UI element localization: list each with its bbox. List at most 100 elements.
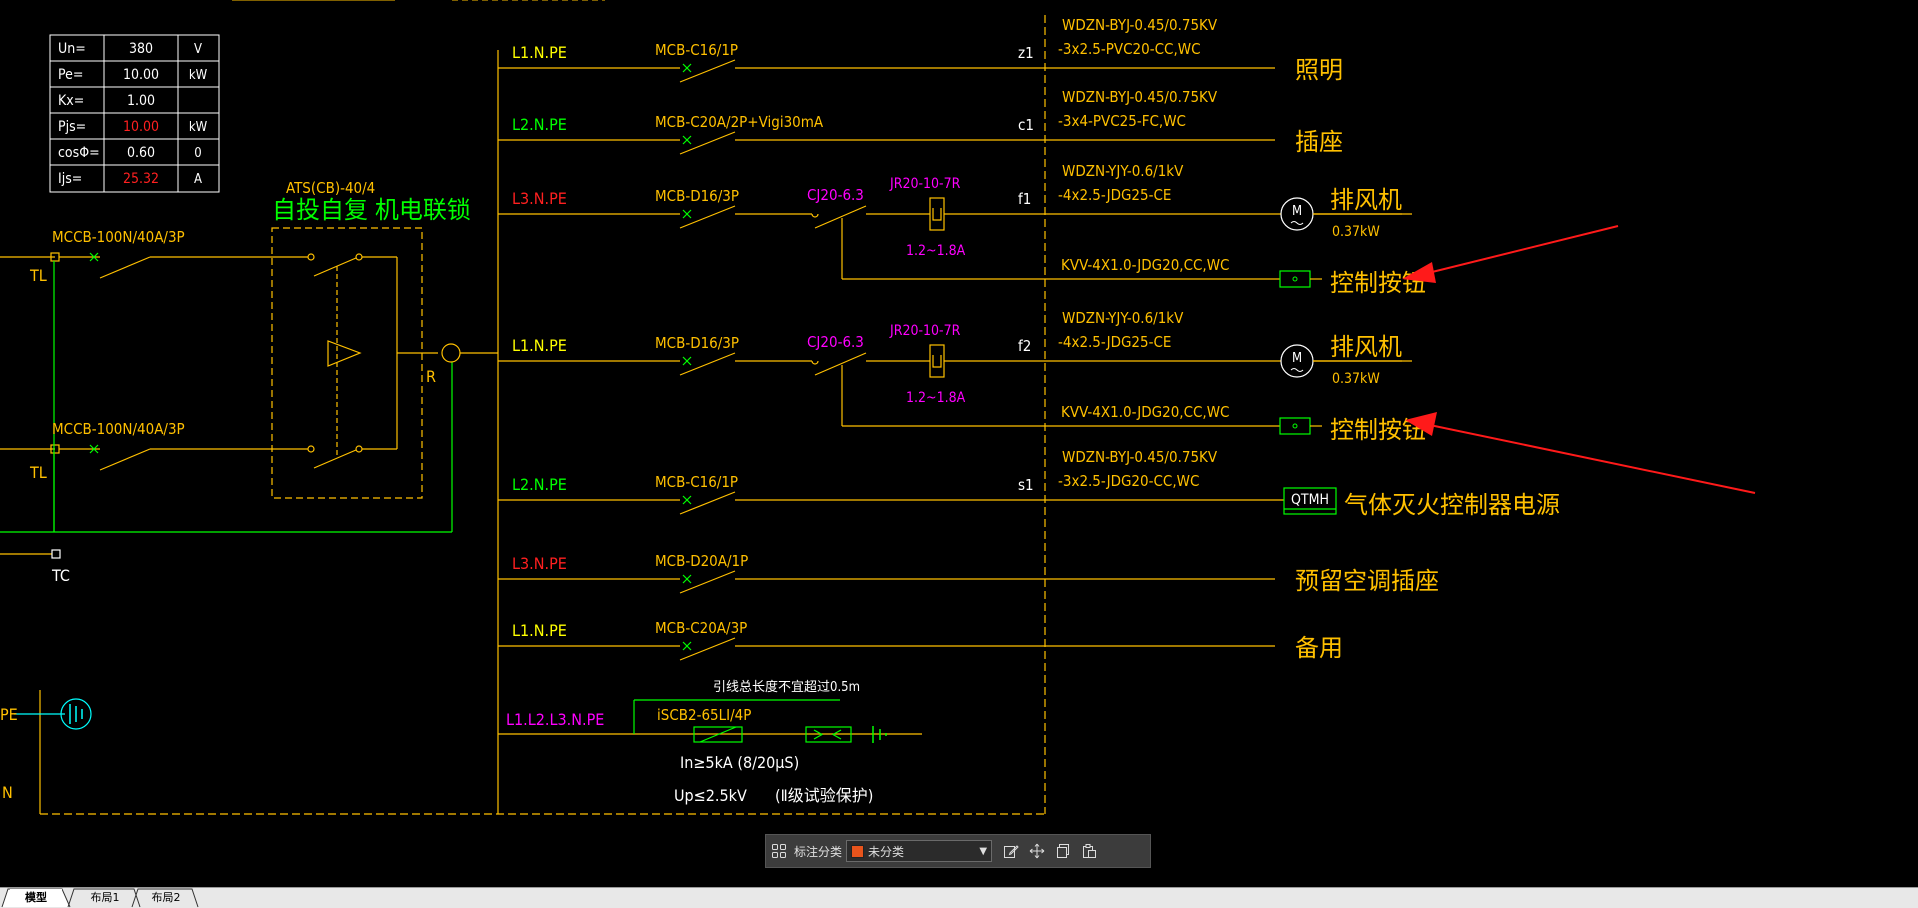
control-button-box (1279, 417, 1311, 435)
contactor-label: CJ20-6.3 (807, 186, 864, 204)
motor-letter: M (1292, 351, 1302, 366)
cable-spec-1: WDZN-BYJ-0.45/0.75KV (1062, 16, 1218, 34)
circuit-number: c1 (1018, 116, 1034, 134)
ats-desc-label: 自投自复 机电联锁 (272, 196, 471, 224)
qtmh-label: QTMH (1291, 492, 1329, 508)
spd-in: In≥5kA (8/20μS) (680, 753, 799, 772)
param-label: Pjs= (58, 119, 86, 135)
incoming-section (0, 252, 272, 559)
param-value: 10.00 (123, 119, 159, 135)
load-power-label: 0.37kW (1332, 224, 1380, 240)
breaker-label: MCB-D16/3P (655, 187, 739, 205)
load-label: 排风机 (1330, 186, 1402, 214)
contactor-label: CJ20-6.3 (807, 333, 864, 351)
relay-range-label: 1.2~1.8A (906, 390, 966, 406)
cable-spec-1: WDZN-YJY-0.6/1kV (1062, 162, 1184, 180)
layout-tab-bar: 模型 布局1 布局2 (0, 887, 1918, 908)
pe-label: PE (0, 705, 18, 724)
breaker-contact (679, 637, 736, 661)
circuit-number: z1 (1018, 44, 1034, 62)
param-unit: 0 (194, 146, 201, 161)
control-load-label: 控制按钮 (1330, 269, 1426, 297)
control-button-box (1279, 270, 1311, 288)
breaker-label: MCB-C16/1P (655, 473, 738, 491)
spd-up: Up≤2.5kV (674, 786, 747, 805)
tab-model[interactable]: 模型 (10, 889, 62, 906)
spd-level: (Ⅱ级试验保护) (775, 786, 873, 805)
grid-icon[interactable] (766, 838, 792, 864)
button-dot (1292, 276, 1298, 282)
breaker-contact (679, 205, 736, 229)
load-label: 备用 (1295, 634, 1343, 662)
param-value: 10.00 (123, 67, 159, 83)
relay-label: JR20-10-7R (889, 176, 961, 192)
spd-section: 引线总长度不宜超过0.5m L1.L2.L3.N.PE iSCB2-65LI/4… (498, 679, 922, 805)
breaker-contact (679, 570, 736, 594)
thermal-relay (929, 197, 945, 231)
tl-label-1: TL (29, 266, 47, 285)
cable-spec-1: WDZN-YJY-0.6/1kV (1062, 309, 1184, 327)
phase-label: L1.N.PE (512, 43, 567, 62)
bus-node-circle (441, 343, 461, 363)
category-color-swatch (851, 844, 865, 858)
param-unit: A (194, 172, 202, 187)
circuit-number: f1 (1018, 190, 1031, 208)
category-label: 标注分类 (794, 844, 843, 859)
param-unit: V (194, 42, 202, 57)
load-label: 照明 (1295, 56, 1343, 84)
cable-spec-1: WDZN-BYJ-0.45/0.75KV (1062, 88, 1218, 106)
circuit-row[interactable]: 预留空调插座 L3.N.PE MCB-D20A/1P (498, 552, 1439, 595)
phase-label: L2.N.PE (512, 115, 567, 134)
breaker-contact (679, 59, 736, 83)
circuit-number: f2 (1018, 337, 1031, 355)
param-label: Ijs= (58, 171, 82, 187)
n-label: N (2, 783, 13, 802)
param-label: Un= (58, 41, 86, 57)
phase-label: L3.N.PE (512, 554, 567, 573)
load-label: 气体灭火控制器电源 (1344, 491, 1560, 519)
breaker-label: MCB-D16/3P (655, 334, 739, 352)
move-icon[interactable] (1024, 838, 1050, 864)
param-unit: kW (189, 120, 208, 135)
spd-note: 引线总长度不宜超过0.5m (713, 679, 860, 695)
annotation-toolbar: 标注分类 未分类 ▼ (765, 834, 1151, 868)
contactor-contact (814, 205, 867, 229)
pe-ground: PE N (0, 698, 92, 802)
edit-icon[interactable] (998, 838, 1024, 864)
cable-spec-2: -4x2.5-JDG25-CE (1058, 186, 1171, 204)
mccb-label-2: MCCB-100N/40A/3P (52, 420, 185, 438)
param-value: 0.60 (127, 145, 155, 161)
ats-r-label: R (426, 367, 436, 386)
annotation-arrows (1402, 225, 1756, 494)
circuit-row[interactable]: M CJ20-6.3 JR20-10-7R 1.2~1.8A KVV-4X1.0-JDG… (498, 162, 1426, 297)
contactor-contact (814, 352, 867, 376)
tab-layout2[interactable]: 布局2 (140, 889, 192, 906)
tc-label: TC (51, 566, 70, 585)
phase-label: L1.N.PE (512, 621, 567, 640)
cable-spec-2: -3x2.5-JDG20-CC,WC (1058, 472, 1199, 490)
param-value: 1.00 (127, 93, 155, 109)
ats-switch[interactable]: ATS(CB)-40/4 自投自复 机电联锁 R (271, 179, 471, 499)
breaker-label: MCB-C20A/2P+Vigi30mA (655, 113, 824, 131)
load-power-label: 0.37kW (1332, 371, 1380, 387)
copy-icon[interactable] (1050, 838, 1076, 864)
param-label: cosΦ= (58, 145, 100, 161)
paste-icon[interactable] (1076, 838, 1102, 864)
tab-layout1[interactable]: 布局1 (76, 889, 134, 906)
phase-label: L3.N.PE (512, 189, 567, 208)
circuit-row[interactable]: 备用 L1.N.PE MCB-C20A/3P (498, 619, 1343, 662)
circuit-row[interactable]: 插座 L2.N.PE MCB-C20A/2P+Vigi30mA c1 WDZN-BYJ-… (498, 88, 1343, 156)
button-dot (1292, 423, 1298, 429)
control-cable-label: KVV-4X1.0-JDG20,CC,WC (1061, 256, 1229, 274)
param-label: Kx= (58, 93, 84, 109)
circuit-row[interactable]: M CJ20-6.3 JR20-10-7R 1.2~1.8A KVV-4X1.0-JDG… (498, 309, 1426, 444)
category-select[interactable]: 未分类 ▼ (846, 840, 993, 862)
phase-label: L1.N.PE (512, 336, 567, 355)
breaker-label: MCB-D20A/1P (655, 552, 748, 570)
circuit-row[interactable]: 照明 L1.N.PE MCB-C16/1P z1 WDZN-BYJ-0.45/0.75K… (498, 16, 1343, 84)
contactor-arc (811, 213, 819, 218)
circuit-row[interactable]: QTMH 气体灭火控制器电源 L2.N.PE MCB-C16/1P s1 WDZN-BYJ… (498, 448, 1560, 519)
load-label: 排风机 (1330, 333, 1402, 361)
load-label: 预留空调插座 (1295, 567, 1439, 595)
cad-drawing-canvas[interactable]: Un= 380 V Pe= 10.00 kW Kx= 1.00 Pjs= 10.00 kW cosΦ=… (0, 0, 1918, 887)
